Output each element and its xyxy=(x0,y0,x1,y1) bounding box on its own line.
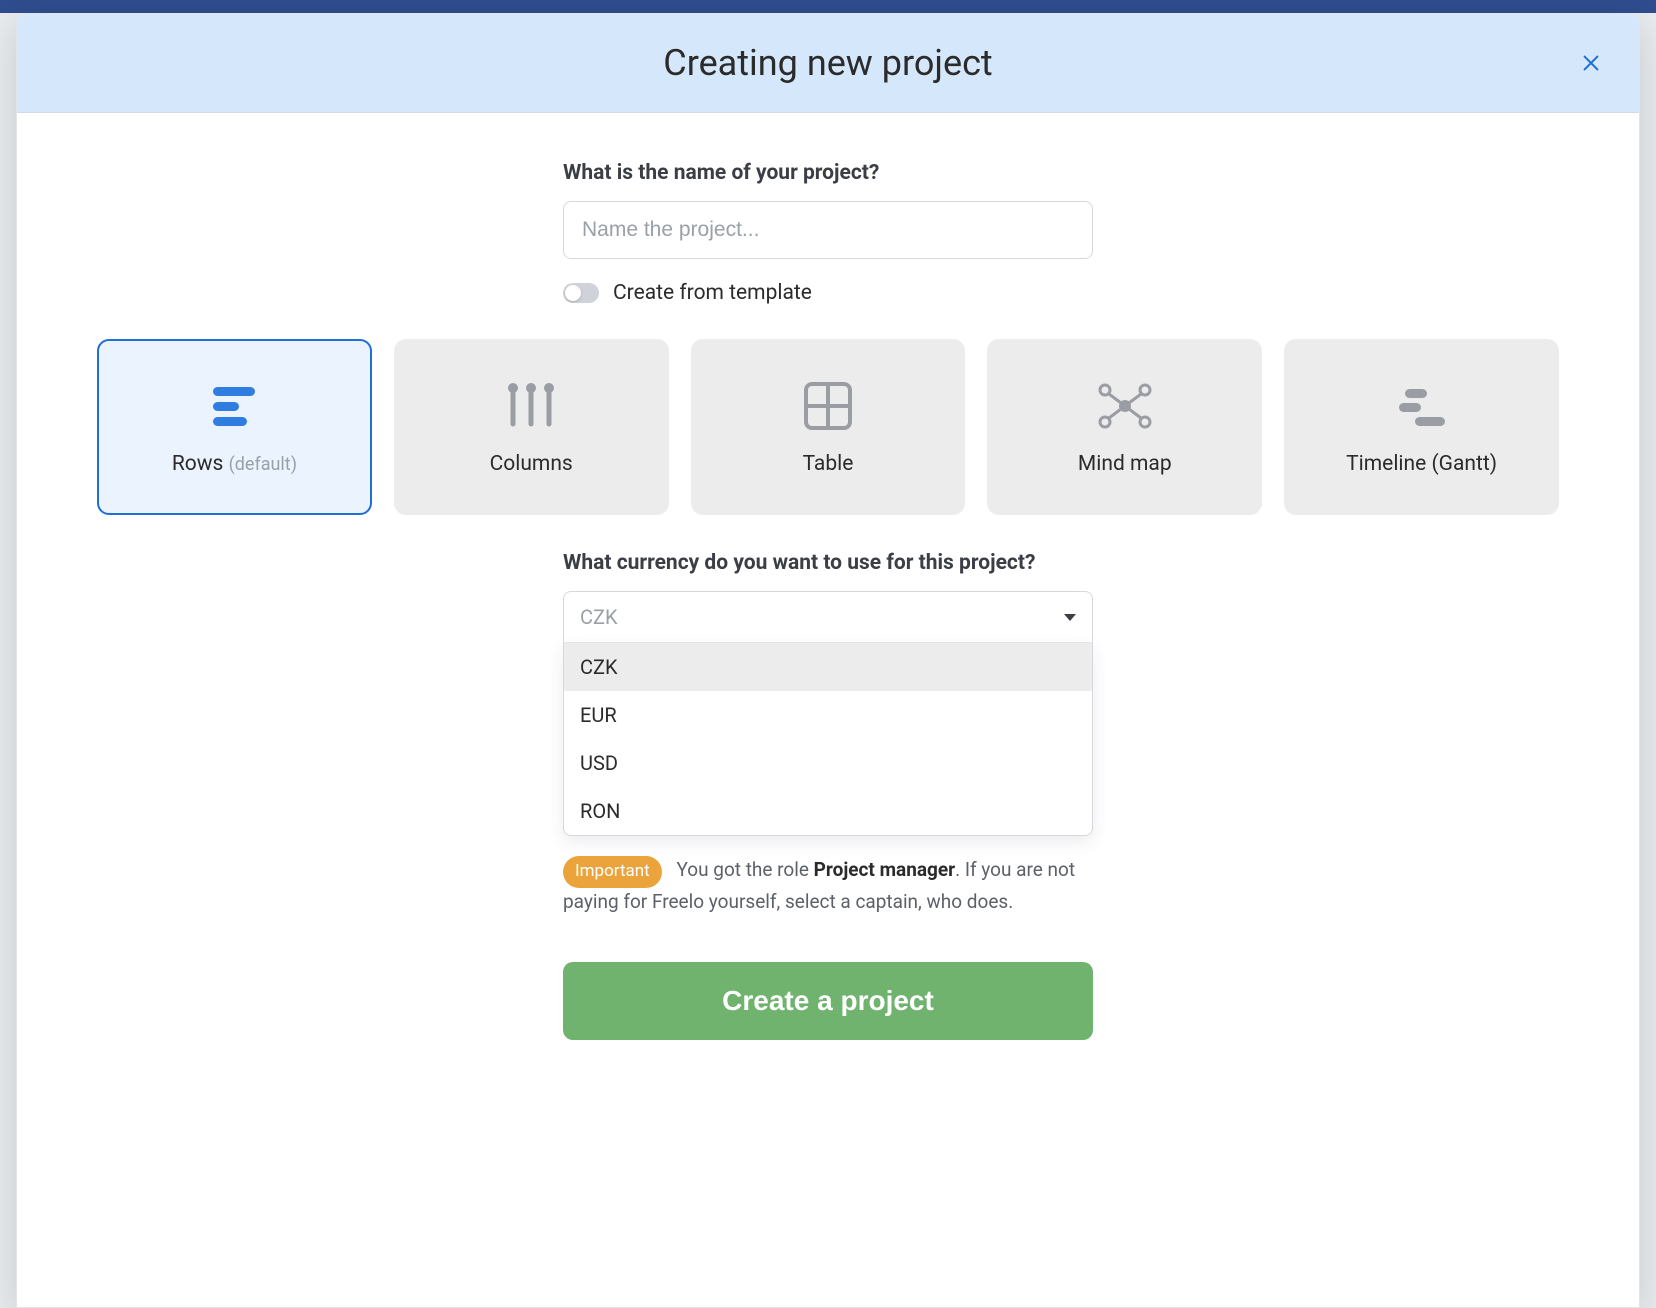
currency-option[interactable]: RON xyxy=(564,787,1092,835)
view-label: Columns xyxy=(490,452,573,476)
view-option-timeline[interactable]: Timeline (Gantt) xyxy=(1284,339,1559,515)
role-note: Important You got the role Project manag… xyxy=(563,856,1093,916)
table-icon xyxy=(800,378,856,434)
view-type-selector: Rows (default) Columns xyxy=(97,339,1559,515)
currency-option[interactable]: CZK xyxy=(564,643,1092,691)
template-toggle[interactable] xyxy=(563,283,599,303)
close-button[interactable] xyxy=(1577,49,1605,77)
currency-option[interactable]: EUR xyxy=(564,691,1092,739)
view-label: Table xyxy=(803,452,854,476)
view-label: Mind map xyxy=(1078,452,1172,476)
currency-dropdown: CZK EUR USD RON xyxy=(563,643,1093,836)
project-name-label: What is the name of your project? xyxy=(563,161,1093,185)
view-option-columns[interactable]: Columns xyxy=(394,339,669,515)
modal-title: Creating new project xyxy=(41,42,1615,84)
chevron-down-icon xyxy=(1064,614,1076,621)
close-icon xyxy=(1580,52,1602,74)
create-project-button[interactable]: Create a project xyxy=(563,962,1093,1040)
gantt-icon xyxy=(1391,378,1453,434)
create-project-modal: Creating new project What is the name of… xyxy=(16,13,1640,1308)
mindmap-icon xyxy=(1095,378,1155,434)
project-name-input[interactable] xyxy=(563,201,1093,259)
columns-icon xyxy=(500,378,562,434)
modal-body: What is the name of your project? Create… xyxy=(17,113,1639,1307)
important-badge: Important xyxy=(563,856,662,888)
currency-select[interactable]: CZK xyxy=(563,591,1093,643)
view-label: Rows xyxy=(172,452,224,476)
view-label: Timeline (Gantt) xyxy=(1346,452,1497,476)
currency-selected-value: CZK xyxy=(580,605,618,629)
rows-icon xyxy=(203,378,265,434)
view-label-suffix: (default) xyxy=(229,454,297,475)
modal-header: Creating new project xyxy=(17,14,1639,113)
note-text-before: You got the role xyxy=(676,858,813,881)
template-toggle-label: Create from template xyxy=(613,281,812,305)
view-option-rows[interactable]: Rows (default) xyxy=(97,339,372,515)
view-option-table[interactable]: Table xyxy=(691,339,966,515)
view-option-mindmap[interactable]: Mind map xyxy=(987,339,1262,515)
currency-label: What currency do you want to use for thi… xyxy=(563,551,1093,575)
currency-option[interactable]: USD xyxy=(564,739,1092,787)
note-role: Project manager xyxy=(814,858,955,881)
